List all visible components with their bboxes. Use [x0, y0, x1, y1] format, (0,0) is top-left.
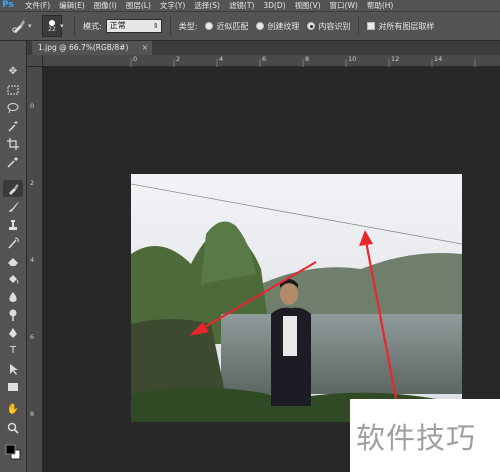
rectangle-icon[interactable] [3, 378, 23, 395]
chevron-down-icon[interactable]: ▾ [28, 22, 34, 30]
sample-all-layers-label: 对所有图层取样 [378, 21, 435, 31]
type-label: 类型: [178, 21, 198, 31]
document-tab-title: 1.jpg @ 66.7%(RGB/8#) [38, 43, 129, 52]
document-canvas-photo[interactable] [131, 174, 462, 422]
menu-3d[interactable]: 3D(D) [263, 0, 285, 11]
close-icon[interactable]: × [142, 41, 148, 55]
ruler-label: 2 [30, 179, 35, 187]
move-icon[interactable]: ✥ [3, 63, 23, 80]
magic-wand-icon[interactable] [3, 117, 23, 134]
ruler-label: 6 [262, 55, 267, 63]
chevron-down-icon[interactable]: ▾ [60, 22, 66, 30]
ruler-label: 0 [133, 55, 138, 63]
menu-select[interactable]: 选择(S) [194, 0, 220, 11]
ruler-label: 4 [30, 256, 35, 264]
radio-content-aware-label: 内容识别 [318, 21, 351, 31]
menu-layer[interactable]: 图层(L) [126, 0, 151, 11]
path-selection-icon[interactable] [3, 360, 23, 377]
radio-proximity-match[interactable] [205, 22, 214, 30]
ruler-corner[interactable] [27, 55, 43, 67]
eraser-icon[interactable] [3, 252, 23, 269]
mode-select[interactable]: 正常 ⇕ [105, 19, 162, 33]
brush-icon[interactable] [3, 198, 23, 215]
menu-type[interactable]: 文字(Y) [160, 0, 185, 11]
menu-file[interactable]: 文件(F) [25, 0, 50, 11]
tools-panel: ✥ T ✋ [0, 41, 27, 472]
mode-select-value: 正常 [109, 21, 126, 30]
radio-content-aware[interactable] [307, 22, 316, 30]
history-brush-icon[interactable] [3, 234, 23, 251]
document-tab-bar: 1.jpg @ 66.7%(RGB/8#) × [27, 41, 500, 55]
ruler-ticks [130, 59, 476, 67]
paint-bucket-icon[interactable] [3, 270, 23, 287]
clone-stamp-icon[interactable] [3, 216, 23, 233]
spot-healing-brush-icon[interactable] [3, 180, 23, 197]
ruler-label: 10 [348, 55, 357, 63]
vertical-ruler[interactable]: 0 2 4 6 8 [27, 67, 43, 472]
ruler-label: 6 [30, 333, 35, 341]
ruler-label: 8 [30, 410, 35, 418]
menu-edit[interactable]: 编辑(E) [59, 0, 85, 11]
menu-bar: Ps 文件(F) 编辑(E) 图像(I) 图层(L) 文字(Y) 选择(S) 滤… [0, 0, 500, 11]
document-tab[interactable]: 1.jpg @ 66.7%(RGB/8#) × [32, 41, 152, 55]
dodge-icon[interactable] [3, 306, 23, 323]
menu-window[interactable]: 窗口(W) [330, 0, 358, 11]
ruler-label: 0 [30, 102, 35, 110]
divider [358, 16, 360, 36]
ruler-label: 14 [434, 55, 443, 63]
sample-all-layers-checkbox[interactable] [367, 22, 376, 30]
menu-view[interactable]: 视图(V) [295, 0, 321, 11]
options-bar: ▾ 22 ▾ 模式: 正常 ⇕ 类型: 近似匹配 创建纹理 内容识别 对所有图层… [0, 11, 500, 41]
marquee-icon[interactable] [3, 81, 23, 98]
type-icon[interactable]: T [3, 342, 23, 359]
tool-preset-picker[interactable] [8, 15, 30, 37]
ruler-label: 12 [391, 55, 400, 63]
divider [74, 16, 75, 36]
brush-size-value: 22 [48, 25, 56, 33]
ruler-label: 8 [305, 55, 310, 63]
photoshop-logo: Ps [2, 0, 14, 10]
blur-icon[interactable] [3, 288, 23, 305]
zoom-icon[interactable] [3, 419, 23, 436]
pen-icon[interactable] [3, 324, 23, 341]
eyedropper-icon[interactable] [3, 153, 23, 170]
crop-icon[interactable] [3, 135, 23, 152]
menu-filter[interactable]: 滤镜(T) [229, 0, 254, 11]
spot-healing-brush-icon [12, 20, 25, 33]
color-swatches-icon[interactable] [3, 443, 23, 460]
menu-help[interactable]: 帮助(H) [367, 0, 394, 11]
radio-proximity-match-label: 近似匹配 [216, 21, 249, 31]
ruler-label: 4 [219, 55, 224, 63]
brush-size-picker[interactable]: 22 [42, 15, 62, 37]
mode-label: 模式: [83, 21, 102, 31]
menu-image[interactable]: 图像(I) [94, 0, 117, 11]
photo-image [131, 174, 462, 422]
lasso-icon[interactable] [3, 99, 23, 116]
ruler-label: 2 [176, 55, 181, 63]
radio-create-texture-label: 创建纹理 [267, 21, 300, 31]
watermark-text: 软件技巧 [356, 421, 477, 455]
radio-create-texture[interactable] [256, 22, 265, 30]
divider [169, 16, 171, 36]
hand-icon[interactable]: ✋ [3, 401, 23, 418]
horizontal-ruler[interactable]: 0 2 4 6 8 10 12 14 [43, 55, 500, 67]
chevron-updown-icon: ⇕ [152, 22, 159, 30]
